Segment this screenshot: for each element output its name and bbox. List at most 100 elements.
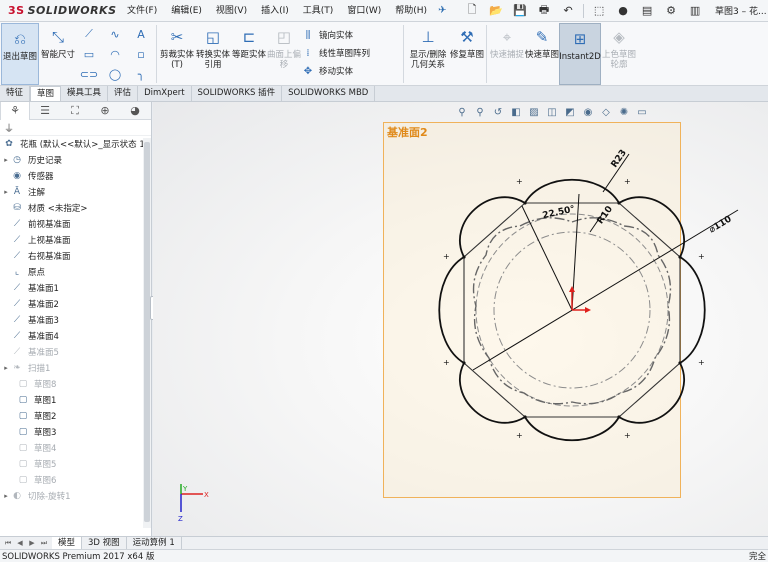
- rapid-sketch-button[interactable]: ✎ 快速草图: [525, 22, 559, 85]
- tree-filter[interactable]: ⏚: [0, 120, 151, 136]
- spline-icon[interactable]: ∿: [102, 24, 128, 44]
- options-gear-icon[interactable]: ⚙: [661, 2, 681, 20]
- tab-evaluate[interactable]: 评估: [108, 86, 139, 101]
- menu-tools[interactable]: 工具(T): [296, 0, 341, 22]
- circle-icon[interactable]: ◯: [102, 64, 128, 84]
- tree-item-sketch[interactable]: ▢ 草图3: [2, 424, 151, 440]
- instant2d-button[interactable]: ⊞ Instant2D: [559, 23, 601, 85]
- solidworks-logo[interactable]: 3S SOLIDWORKS: [0, 0, 120, 22]
- dimxpert-tab-icon[interactable]: ⊕: [90, 102, 120, 120]
- tree-item-sketch[interactable]: ▢ 草图2: [2, 408, 151, 424]
- tab-addins[interactable]: SOLIDWORKS 插件: [192, 86, 283, 101]
- menu-view[interactable]: 视图(V): [209, 0, 254, 22]
- file-properties-icon[interactable]: ▤: [637, 2, 657, 20]
- slot-icon[interactable]: ⊂⊃: [76, 64, 102, 84]
- line-icon[interactable]: ⟋: [76, 24, 102, 44]
- vertex-point: [462, 255, 466, 259]
- new-document-icon[interactable]: 🗋: [462, 2, 482, 20]
- tree-root[interactable]: ✿ 花瓶 (默认<<默认>_显示状态 1: [2, 136, 151, 152]
- linear-pattern-button[interactable]: ⁞ 线性草图阵列: [301, 44, 401, 62]
- tree-item-sketch[interactable]: ▢ 草图8: [2, 376, 151, 392]
- menu-insert[interactable]: 插入(I): [254, 0, 296, 22]
- last-tab-icon[interactable]: ⏭: [38, 538, 50, 548]
- tab-mold-tools[interactable]: 模具工具: [61, 86, 109, 101]
- menu-help[interactable]: 帮助(H): [388, 0, 434, 22]
- arc-icon[interactable]: ◠: [102, 44, 128, 64]
- tree-item[interactable]: ⟋ 基准面4: [2, 328, 151, 344]
- fillet-icon[interactable]: ╮: [128, 64, 154, 84]
- feature-tree: ✿ 花瓶 (默认<<默认>_显示状态 1 ▸ ◷ 历史记录 ◉ 传感器 ▸ Ā 注解 ⛁ 材…: [0, 136, 151, 504]
- tree-item[interactable]: ⟋ 右视基准面: [2, 248, 151, 264]
- tree-item[interactable]: ◉ 传感器: [2, 168, 151, 184]
- layout-icon[interactable]: ▥: [685, 2, 705, 20]
- tree-item-sketch[interactable]: ▢ 草图6: [2, 472, 151, 488]
- traffic-light-icon[interactable]: ●: [613, 2, 633, 20]
- reference-triad[interactable]: X Y Z: [173, 484, 213, 524]
- tree-item[interactable]: ⌞ 原点: [2, 264, 151, 280]
- undo-icon[interactable]: ↶: [558, 2, 578, 20]
- dimension-r10[interactable]: R10: [596, 204, 615, 226]
- tree-item[interactable]: ▸ ◷ 历史记录: [2, 152, 151, 168]
- offset-entities-button[interactable]: ⊏ 等距实体: [231, 22, 267, 85]
- point-icon[interactable]: ▫: [128, 44, 154, 64]
- configuration-manager-tab-icon[interactable]: ⛶: [60, 102, 90, 120]
- select-icon[interactable]: ⬚: [589, 2, 609, 20]
- tree-item-sketch[interactable]: ▢ 草图5: [2, 456, 151, 472]
- graphics-area[interactable]: ⚲ ⚲ ↺ ◧ ▨ ◫ ◩ ◉ ◇ ✺ ▭ 基准面2 R23 22.50° R1…: [153, 102, 768, 536]
- tab-sketch[interactable]: 草图: [30, 86, 62, 101]
- expand-icon: ▸: [4, 188, 8, 196]
- display-manager-tab-icon[interactable]: ◕: [120, 102, 150, 120]
- filter-icon: ⏚: [4, 124, 14, 135]
- offset-on-surface-button[interactable]: ◰ 曲面上偏移: [267, 22, 301, 85]
- triad-y-label: Y: [182, 485, 188, 493]
- tree-item[interactable]: ⟋ 前视基准面: [2, 216, 151, 232]
- rapid-sketch-label: 快速草图: [525, 50, 560, 60]
- tab-features[interactable]: 特征: [0, 86, 31, 101]
- rectangle-icon[interactable]: ▭: [76, 44, 102, 64]
- repair-sketch-button[interactable]: ⚒ 修复草图: [450, 22, 484, 85]
- tree-item[interactable]: ⟋ 基准面2: [2, 296, 151, 312]
- tree-item[interactable]: ⟋ 上视基准面: [2, 232, 151, 248]
- sketch-geometry[interactable]: R23 22.50° R10 ⌀110 + + + + + + + +: [153, 102, 768, 536]
- menu-file[interactable]: 文件(F): [120, 0, 164, 22]
- display-delete-relations-button[interactable]: ⊥ 显示/删除几何关系: [406, 22, 450, 85]
- convert-entities-button[interactable]: ◱ 转换实体引用: [195, 22, 231, 85]
- pin-icon[interactable]: ✈: [438, 5, 450, 16]
- previous-tab-icon[interactable]: ◀: [14, 538, 26, 548]
- tree-item[interactable]: ⟋ 基准面5: [2, 344, 151, 360]
- tab-mbd[interactable]: SOLIDWORKS MBD: [282, 86, 376, 101]
- open-icon[interactable]: 📂: [486, 2, 506, 20]
- tab-dimxpert[interactable]: DimXpert: [138, 86, 192, 101]
- tree-item-revolve-cut[interactable]: ▸ ◐ 切除-旋转1: [2, 488, 151, 504]
- exit-sketch-button[interactable]: ⎌ 退出草图: [1, 23, 39, 85]
- tree-scrollbar[interactable]: [143, 138, 151, 528]
- text-tool-icon[interactable]: A: [128, 24, 154, 44]
- tree-item[interactable]: ⟋ 基准面3: [2, 312, 151, 328]
- tab-model[interactable]: 模型: [52, 537, 83, 549]
- first-tab-icon[interactable]: ⏮: [2, 538, 14, 548]
- menu-window[interactable]: 窗口(W): [340, 0, 388, 22]
- dimension-diameter[interactable]: ⌀110: [708, 214, 734, 235]
- tree-item[interactable]: ⛁ 材质 <未指定>: [2, 200, 151, 216]
- shaded-sketch-contours-button[interactable]: ◈ 上色草图轮廓: [601, 22, 637, 85]
- tree-item-sweep[interactable]: ▸ ❧ 扫描1: [2, 360, 151, 376]
- save-icon[interactable]: 💾: [510, 2, 530, 20]
- trim-entities-button[interactable]: ✂ 剪裁实体(T): [159, 22, 195, 85]
- tree-item[interactable]: ⟋ 基准面1: [2, 280, 151, 296]
- tree-item-sketch[interactable]: ▢ 草图4: [2, 440, 151, 456]
- property-manager-tab-icon[interactable]: ☰: [30, 102, 60, 120]
- print-icon[interactable]: 🖶: [534, 2, 554, 20]
- tree-item[interactable]: ▸ Ā 注解: [2, 184, 151, 200]
- tab-motion-study[interactable]: 运动算例 1: [127, 537, 182, 549]
- quick-snaps-button[interactable]: ⌖ 快速捕捉: [489, 22, 525, 85]
- scrollbar-thumb[interactable]: [144, 142, 150, 522]
- tab-3d-view[interactable]: 3D 视图: [82, 537, 127, 549]
- tree-item-sketch[interactable]: ▢ 草图1: [2, 392, 151, 408]
- mirror-entities-button[interactable]: ⫼ 镜向实体: [301, 26, 401, 44]
- move-entities-button[interactable]: ✥ 移动实体: [301, 62, 401, 80]
- menu-edit[interactable]: 编辑(E): [164, 0, 209, 22]
- origin-icon: ⌞: [14, 267, 20, 277]
- next-tab-icon[interactable]: ▶: [26, 538, 38, 548]
- smart-dimension-button[interactable]: ⤡ 智能尺寸: [40, 22, 76, 85]
- feature-manager-tab-icon[interactable]: ⚘: [0, 101, 30, 120]
